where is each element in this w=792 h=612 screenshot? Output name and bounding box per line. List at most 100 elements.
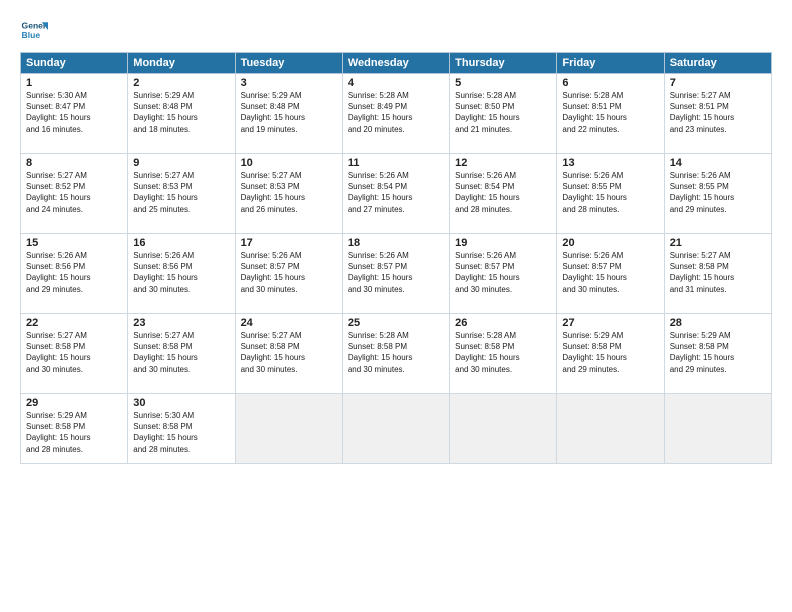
day-number: 28 [670, 317, 766, 329]
weekday-header-tuesday: Tuesday [235, 53, 342, 74]
weekday-header-sunday: Sunday [21, 53, 128, 74]
day-info: Sunrise: 5:29 AM Sunset: 8:58 PM Dayligh… [670, 330, 766, 375]
weekday-header-monday: Monday [128, 53, 235, 74]
calendar-cell: 29Sunrise: 5:29 AM Sunset: 8:58 PM Dayli… [21, 394, 128, 464]
calendar-cell: 13Sunrise: 5:26 AM Sunset: 8:55 PM Dayli… [557, 154, 664, 234]
day-info: Sunrise: 5:26 AM Sunset: 8:57 PM Dayligh… [241, 250, 337, 295]
day-number: 26 [455, 317, 551, 329]
calendar-cell: 30Sunrise: 5:30 AM Sunset: 8:58 PM Dayli… [128, 394, 235, 464]
svg-text:Blue: Blue [22, 30, 41, 40]
calendar-cell: 24Sunrise: 5:27 AM Sunset: 8:58 PM Dayli… [235, 314, 342, 394]
calendar-cell [664, 394, 771, 464]
day-info: Sunrise: 5:28 AM Sunset: 8:58 PM Dayligh… [348, 330, 444, 375]
calendar-cell: 19Sunrise: 5:26 AM Sunset: 8:57 PM Dayli… [450, 234, 557, 314]
day-number: 12 [455, 157, 551, 169]
calendar-cell: 22Sunrise: 5:27 AM Sunset: 8:58 PM Dayli… [21, 314, 128, 394]
calendar-cell: 27Sunrise: 5:29 AM Sunset: 8:58 PM Dayli… [557, 314, 664, 394]
day-number: 23 [133, 317, 229, 329]
day-number: 27 [562, 317, 658, 329]
calendar-cell [235, 394, 342, 464]
calendar-cell: 26Sunrise: 5:28 AM Sunset: 8:58 PM Dayli… [450, 314, 557, 394]
calendar-cell: 23Sunrise: 5:27 AM Sunset: 8:58 PM Dayli… [128, 314, 235, 394]
day-number: 4 [348, 77, 444, 89]
weekday-header-thursday: Thursday [450, 53, 557, 74]
calendar-cell: 20Sunrise: 5:26 AM Sunset: 8:57 PM Dayli… [557, 234, 664, 314]
day-number: 22 [26, 317, 122, 329]
day-number: 18 [348, 237, 444, 249]
day-info: Sunrise: 5:26 AM Sunset: 8:55 PM Dayligh… [670, 170, 766, 215]
calendar-table: SundayMondayTuesdayWednesdayThursdayFrid… [20, 52, 772, 464]
day-number: 8 [26, 157, 122, 169]
day-info: Sunrise: 5:27 AM Sunset: 8:58 PM Dayligh… [133, 330, 229, 375]
day-number: 9 [133, 157, 229, 169]
day-info: Sunrise: 5:28 AM Sunset: 8:58 PM Dayligh… [455, 330, 551, 375]
day-info: Sunrise: 5:27 AM Sunset: 8:58 PM Dayligh… [241, 330, 337, 375]
calendar-cell: 4Sunrise: 5:28 AM Sunset: 8:49 PM Daylig… [342, 74, 449, 154]
calendar-cell: 28Sunrise: 5:29 AM Sunset: 8:58 PM Dayli… [664, 314, 771, 394]
week-row-3: 15Sunrise: 5:26 AM Sunset: 8:56 PM Dayli… [21, 234, 772, 314]
calendar-cell: 2Sunrise: 5:29 AM Sunset: 8:48 PM Daylig… [128, 74, 235, 154]
day-number: 2 [133, 77, 229, 89]
calendar-cell: 6Sunrise: 5:28 AM Sunset: 8:51 PM Daylig… [557, 74, 664, 154]
day-info: Sunrise: 5:27 AM Sunset: 8:51 PM Dayligh… [670, 90, 766, 135]
calendar-cell: 1Sunrise: 5:30 AM Sunset: 8:47 PM Daylig… [21, 74, 128, 154]
week-row-2: 8Sunrise: 5:27 AM Sunset: 8:52 PM Daylig… [21, 154, 772, 234]
day-info: Sunrise: 5:30 AM Sunset: 8:47 PM Dayligh… [26, 90, 122, 135]
calendar-cell: 7Sunrise: 5:27 AM Sunset: 8:51 PM Daylig… [664, 74, 771, 154]
calendar-cell: 17Sunrise: 5:26 AM Sunset: 8:57 PM Dayli… [235, 234, 342, 314]
weekday-header-row: SundayMondayTuesdayWednesdayThursdayFrid… [21, 53, 772, 74]
logo-icon: General Blue [20, 16, 48, 44]
calendar-cell [450, 394, 557, 464]
day-number: 6 [562, 77, 658, 89]
day-info: Sunrise: 5:27 AM Sunset: 8:52 PM Dayligh… [26, 170, 122, 215]
day-number: 21 [670, 237, 766, 249]
day-number: 3 [241, 77, 337, 89]
day-number: 30 [133, 397, 229, 409]
calendar-cell: 25Sunrise: 5:28 AM Sunset: 8:58 PM Dayli… [342, 314, 449, 394]
day-number: 14 [670, 157, 766, 169]
day-number: 15 [26, 237, 122, 249]
day-info: Sunrise: 5:26 AM Sunset: 8:57 PM Dayligh… [348, 250, 444, 295]
day-info: Sunrise: 5:29 AM Sunset: 8:48 PM Dayligh… [241, 90, 337, 135]
calendar-cell: 9Sunrise: 5:27 AM Sunset: 8:53 PM Daylig… [128, 154, 235, 234]
day-info: Sunrise: 5:26 AM Sunset: 8:54 PM Dayligh… [455, 170, 551, 215]
day-info: Sunrise: 5:30 AM Sunset: 8:58 PM Dayligh… [133, 410, 229, 455]
calendar-cell: 16Sunrise: 5:26 AM Sunset: 8:56 PM Dayli… [128, 234, 235, 314]
day-number: 25 [348, 317, 444, 329]
calendar-cell: 21Sunrise: 5:27 AM Sunset: 8:58 PM Dayli… [664, 234, 771, 314]
day-info: Sunrise: 5:28 AM Sunset: 8:51 PM Dayligh… [562, 90, 658, 135]
day-info: Sunrise: 5:26 AM Sunset: 8:56 PM Dayligh… [26, 250, 122, 295]
day-info: Sunrise: 5:26 AM Sunset: 8:55 PM Dayligh… [562, 170, 658, 215]
calendar-cell: 18Sunrise: 5:26 AM Sunset: 8:57 PM Dayli… [342, 234, 449, 314]
day-info: Sunrise: 5:26 AM Sunset: 8:56 PM Dayligh… [133, 250, 229, 295]
day-info: Sunrise: 5:26 AM Sunset: 8:54 PM Dayligh… [348, 170, 444, 215]
day-info: Sunrise: 5:27 AM Sunset: 8:58 PM Dayligh… [26, 330, 122, 375]
day-info: Sunrise: 5:26 AM Sunset: 8:57 PM Dayligh… [562, 250, 658, 295]
day-number: 16 [133, 237, 229, 249]
weekday-header-saturday: Saturday [664, 53, 771, 74]
day-number: 5 [455, 77, 551, 89]
day-info: Sunrise: 5:28 AM Sunset: 8:49 PM Dayligh… [348, 90, 444, 135]
svg-text:General: General [22, 20, 48, 30]
weekday-header-wednesday: Wednesday [342, 53, 449, 74]
week-row-5: 29Sunrise: 5:29 AM Sunset: 8:58 PM Dayli… [21, 394, 772, 464]
calendar-cell: 3Sunrise: 5:29 AM Sunset: 8:48 PM Daylig… [235, 74, 342, 154]
calendar-cell: 8Sunrise: 5:27 AM Sunset: 8:52 PM Daylig… [21, 154, 128, 234]
header: General Blue [20, 16, 772, 44]
page: General Blue SundayMondayTuesdayWednesda… [0, 0, 792, 612]
day-info: Sunrise: 5:26 AM Sunset: 8:57 PM Dayligh… [455, 250, 551, 295]
day-number: 24 [241, 317, 337, 329]
day-number: 1 [26, 77, 122, 89]
day-number: 13 [562, 157, 658, 169]
day-info: Sunrise: 5:29 AM Sunset: 8:58 PM Dayligh… [562, 330, 658, 375]
day-info: Sunrise: 5:27 AM Sunset: 8:53 PM Dayligh… [133, 170, 229, 215]
weekday-header-friday: Friday [557, 53, 664, 74]
day-number: 11 [348, 157, 444, 169]
calendar-cell: 12Sunrise: 5:26 AM Sunset: 8:54 PM Dayli… [450, 154, 557, 234]
day-info: Sunrise: 5:28 AM Sunset: 8:50 PM Dayligh… [455, 90, 551, 135]
day-number: 7 [670, 77, 766, 89]
calendar-cell: 15Sunrise: 5:26 AM Sunset: 8:56 PM Dayli… [21, 234, 128, 314]
calendar-cell: 11Sunrise: 5:26 AM Sunset: 8:54 PM Dayli… [342, 154, 449, 234]
day-number: 17 [241, 237, 337, 249]
calendar-cell: 14Sunrise: 5:26 AM Sunset: 8:55 PM Dayli… [664, 154, 771, 234]
